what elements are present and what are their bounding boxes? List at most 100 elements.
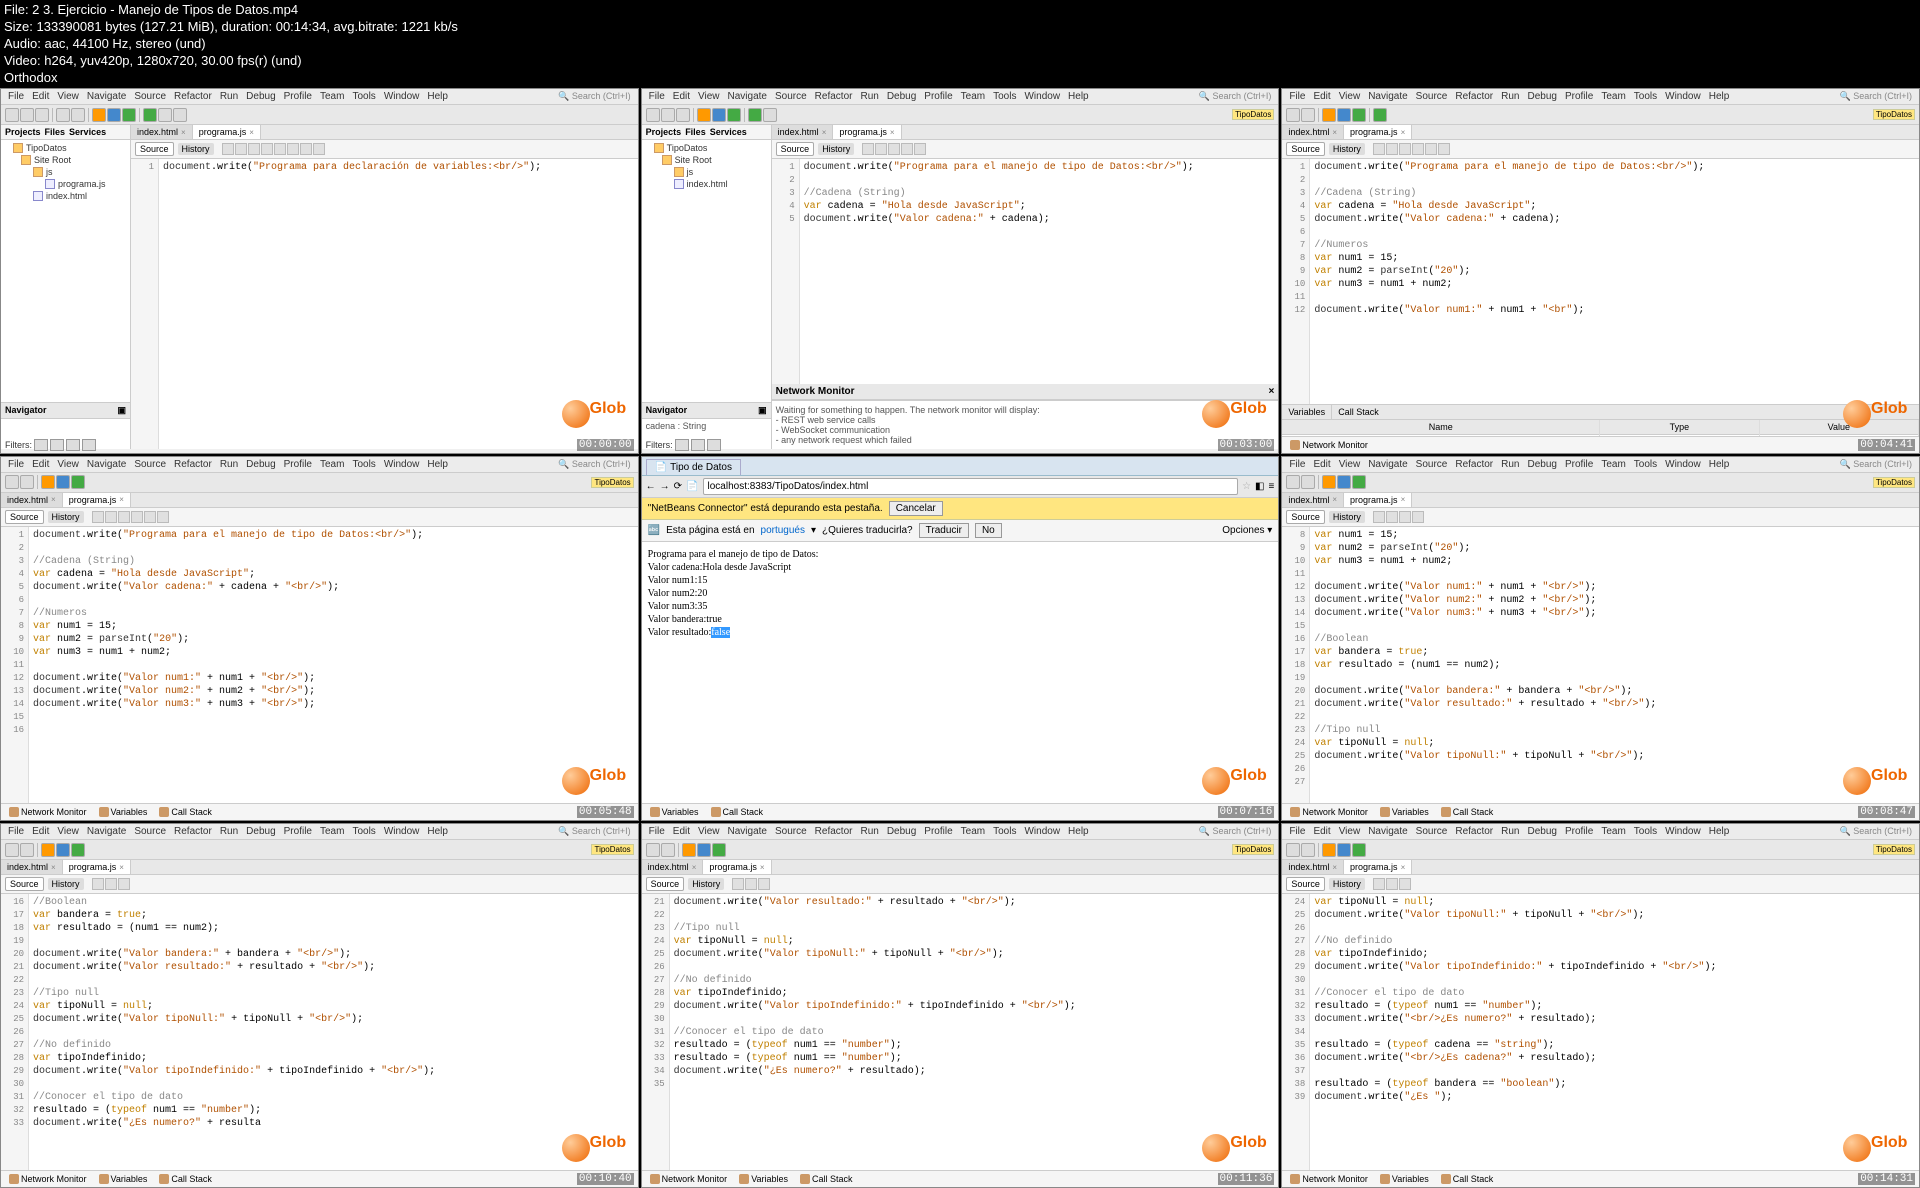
- menu-run[interactable]: Run: [217, 825, 241, 838]
- menu-edit[interactable]: Edit: [1310, 90, 1333, 103]
- menu-team[interactable]: Team: [958, 825, 988, 838]
- menu-window[interactable]: Window: [1662, 458, 1704, 471]
- toolbar[interactable]: TipoDatos: [642, 105, 1279, 125]
- forward-icon[interactable]: →: [660, 481, 670, 492]
- options-link[interactable]: Opciones ▾: [1222, 525, 1272, 536]
- search-input[interactable]: 🔍 Search (Ctrl+I): [1196, 825, 1274, 838]
- menu-help[interactable]: Help: [1065, 825, 1092, 838]
- project-tree[interactable]: TipoDatos Site Root js programa.js index…: [1, 140, 130, 401]
- menu-source[interactable]: Source: [772, 825, 810, 838]
- search-input[interactable]: 🔍 Search (Ctrl+I): [555, 458, 633, 471]
- menu-refactor[interactable]: Refactor: [812, 825, 856, 838]
- search-input[interactable]: 🔍 Search (Ctrl+I): [555, 825, 633, 838]
- menu-navigate[interactable]: Navigate: [84, 458, 129, 471]
- menu-file[interactable]: File: [5, 458, 27, 471]
- menu-navigate[interactable]: Navigate: [84, 90, 129, 103]
- menu-run[interactable]: Run: [857, 90, 881, 103]
- browser-navbar[interactable]: ← → ⟳ 📄 localhost:8383/TipoDatos/index.h…: [642, 476, 1279, 498]
- menu-navigate[interactable]: Navigate: [725, 90, 770, 103]
- menu-window[interactable]: Window: [381, 90, 423, 103]
- source-tab[interactable]: Source: [135, 142, 174, 156]
- menu-refactor[interactable]: Refactor: [171, 458, 215, 471]
- menu-team[interactable]: Team: [1598, 825, 1628, 838]
- menu-view[interactable]: View: [54, 90, 82, 103]
- menu-debug[interactable]: Debug: [884, 90, 919, 103]
- menu-profile[interactable]: Profile: [1562, 458, 1596, 471]
- menu-refactor[interactable]: Refactor: [1452, 825, 1496, 838]
- variables-tab[interactable]: Variables: [1282, 405, 1332, 419]
- menu-debug[interactable]: Debug: [243, 458, 278, 471]
- menu-tools[interactable]: Tools: [990, 825, 1019, 838]
- search-input[interactable]: 🔍 Search (Ctrl+I): [1837, 458, 1915, 471]
- reload-icon[interactable]: ⟳: [674, 481, 682, 492]
- menu-edit[interactable]: Edit: [1310, 825, 1333, 838]
- url-input[interactable]: localhost:8383/TipoDatos/index.html: [703, 478, 1239, 495]
- menu-source[interactable]: Source: [1413, 825, 1451, 838]
- menu-help[interactable]: Help: [424, 458, 451, 471]
- cancel-button[interactable]: Cancelar: [889, 501, 943, 516]
- menu-file[interactable]: File: [646, 825, 668, 838]
- menu-profile[interactable]: Profile: [281, 458, 315, 471]
- menu-window[interactable]: Window: [1021, 90, 1063, 103]
- callstack-tab[interactable]: Call Stack: [1332, 405, 1385, 419]
- menu-edit[interactable]: Edit: [29, 458, 52, 471]
- no-button[interactable]: No: [975, 523, 1002, 538]
- back-icon[interactable]: ←: [646, 481, 656, 492]
- menu-navigate[interactable]: Navigate: [84, 825, 129, 838]
- menu-file[interactable]: File: [646, 90, 668, 103]
- filters[interactable]: Filters:: [5, 439, 96, 451]
- menu-navigate[interactable]: Navigate: [725, 825, 770, 838]
- menu-window[interactable]: Window: [381, 458, 423, 471]
- menu-edit[interactable]: Edit: [29, 90, 52, 103]
- menu-refactor[interactable]: Refactor: [1452, 458, 1496, 471]
- menu-debug[interactable]: Debug: [1525, 90, 1560, 103]
- translate-button[interactable]: Traducir: [919, 523, 969, 538]
- search-input[interactable]: 🔍 Search (Ctrl+I): [1837, 90, 1915, 103]
- menu-navigate[interactable]: Navigate: [1365, 825, 1410, 838]
- search-input[interactable]: 🔍 Search (Ctrl+I): [1837, 825, 1915, 838]
- menu-run[interactable]: Run: [217, 90, 241, 103]
- menu-file[interactable]: File: [5, 90, 27, 103]
- toolbar[interactable]: [1, 105, 638, 125]
- menu-profile[interactable]: Profile: [1562, 825, 1596, 838]
- menu-view[interactable]: View: [1336, 458, 1364, 471]
- menu-profile[interactable]: Profile: [281, 90, 315, 103]
- menubar[interactable]: FileEditViewNavigateSourceRefactorRunDeb…: [642, 89, 1279, 105]
- menu-help[interactable]: Help: [424, 825, 451, 838]
- projects-tab[interactable]: Projects: [5, 127, 41, 137]
- menu-edit[interactable]: Edit: [670, 825, 693, 838]
- menu-view[interactable]: View: [1336, 825, 1364, 838]
- menu-file[interactable]: File: [5, 825, 27, 838]
- menu-profile[interactable]: Profile: [1562, 90, 1596, 103]
- menu-help[interactable]: Help: [1065, 90, 1092, 103]
- menu-edit[interactable]: Edit: [670, 90, 693, 103]
- menu-refactor[interactable]: Refactor: [1452, 90, 1496, 103]
- menu-file[interactable]: File: [1286, 825, 1308, 838]
- menu-run[interactable]: Run: [1498, 458, 1522, 471]
- bookmark-icon[interactable]: ☆: [1242, 481, 1251, 492]
- menu-file[interactable]: File: [1286, 458, 1308, 471]
- menu-tools[interactable]: Tools: [349, 825, 378, 838]
- menu-debug[interactable]: Debug: [1525, 458, 1560, 471]
- menu-view[interactable]: View: [1336, 90, 1364, 103]
- menu-run[interactable]: Run: [1498, 90, 1522, 103]
- menu-tools[interactable]: Tools: [990, 90, 1019, 103]
- menu-tools[interactable]: Tools: [1631, 825, 1660, 838]
- menu-run[interactable]: Run: [217, 458, 241, 471]
- menu-navigate[interactable]: Navigate: [1365, 90, 1410, 103]
- menu-window[interactable]: Window: [381, 825, 423, 838]
- menu-window[interactable]: Window: [1662, 825, 1704, 838]
- menu-source[interactable]: Source: [1413, 458, 1451, 471]
- menu-run[interactable]: Run: [857, 825, 881, 838]
- tab-programa[interactable]: programa.js×: [193, 125, 261, 139]
- browser-tab[interactable]: 📄Tipo de Datos: [646, 459, 741, 475]
- menu-view[interactable]: View: [54, 825, 82, 838]
- services-tab[interactable]: Services: [69, 127, 106, 137]
- menubar[interactable]: FileEditViewNavigateSourceRefactorRunDeb…: [1, 89, 638, 105]
- menu-team[interactable]: Team: [317, 90, 347, 103]
- menu-profile[interactable]: Profile: [921, 825, 955, 838]
- menu-file[interactable]: File: [1286, 90, 1308, 103]
- menu-window[interactable]: Window: [1021, 825, 1063, 838]
- menu-debug[interactable]: Debug: [1525, 825, 1560, 838]
- menu-team[interactable]: Team: [1598, 90, 1628, 103]
